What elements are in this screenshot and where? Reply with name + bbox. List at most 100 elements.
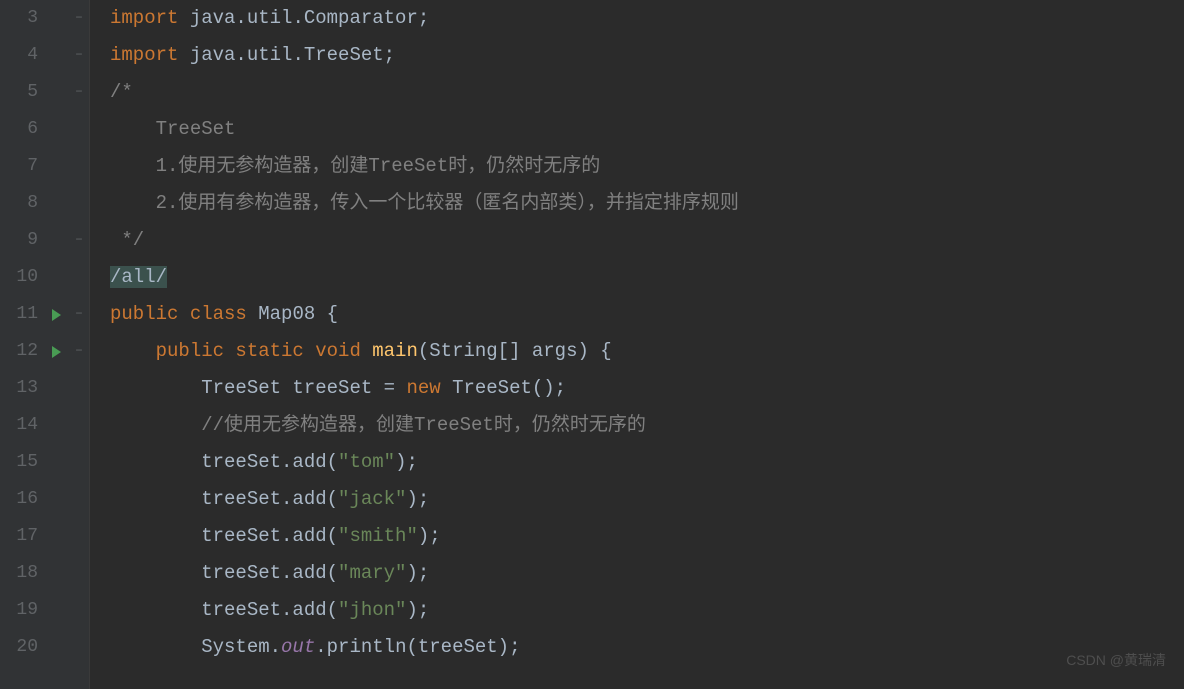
gutter-line[interactable]: 9− — [0, 222, 89, 259]
gutter-line[interactable]: 20 — [0, 629, 89, 666]
code-line[interactable]: */ — [110, 222, 1184, 259]
token-plain: ); — [406, 562, 429, 584]
code-line[interactable]: treeSet.add("tom"); — [110, 444, 1184, 481]
token-plain: treeSet.add( — [110, 599, 338, 621]
code-line[interactable]: treeSet.add("jhon"); — [110, 592, 1184, 629]
token-plain: ); — [418, 525, 441, 547]
gutter-line[interactable]: 8 — [0, 185, 89, 222]
gutter-line[interactable]: 4− — [0, 37, 89, 74]
token-plain: Map08 { — [258, 303, 338, 325]
gutter: 3−4−5−6789−1011−12−1314151617181920 — [0, 0, 90, 689]
line-number: 13 — [0, 370, 46, 407]
line-number: 3 — [0, 0, 46, 37]
token-plain — [110, 340, 156, 362]
gutter-line[interactable]: 3− — [0, 0, 89, 37]
token-plain: ); — [406, 488, 429, 510]
token-kw: import — [110, 44, 190, 66]
code-line[interactable]: System.out.println(treeSet); — [110, 629, 1184, 666]
token-str: "jhon" — [338, 599, 406, 621]
line-number: 7 — [0, 148, 46, 185]
code-line[interactable]: import java.util.TreeSet; — [110, 37, 1184, 74]
token-plain: treeSet.add( — [110, 451, 338, 473]
gutter-line[interactable]: 16 — [0, 481, 89, 518]
gutter-line[interactable]: 11− — [0, 296, 89, 333]
line-number: 8 — [0, 185, 46, 222]
code-line[interactable]: treeSet.add("mary"); — [110, 555, 1184, 592]
token-plain: System. — [110, 636, 281, 658]
fold-icon[interactable]: − — [73, 74, 85, 111]
run-icon[interactable] — [52, 309, 61, 321]
line-number: 14 — [0, 407, 46, 444]
line-number: 16 — [0, 481, 46, 518]
run-icon[interactable] — [52, 346, 61, 358]
token-plain: (String[] args) { — [418, 340, 612, 362]
token-plain: java.util.TreeSet; — [190, 44, 395, 66]
code-line[interactable]: /all/ — [110, 259, 1184, 296]
token-str: "jack" — [338, 488, 406, 510]
gutter-line[interactable]: 12− — [0, 333, 89, 370]
code-line[interactable]: /* — [110, 74, 1184, 111]
line-number: 18 — [0, 555, 46, 592]
code-area[interactable]: import java.util.Comparator;import java.… — [90, 0, 1184, 689]
gutter-line[interactable]: 13 — [0, 370, 89, 407]
fold-icon[interactable]: − — [73, 296, 85, 333]
code-line[interactable]: 1.使用无参构造器，创建TreeSet时，仍然时无序的 — [110, 148, 1184, 185]
gutter-line[interactable]: 19 — [0, 592, 89, 629]
token-kw: public class — [110, 303, 258, 325]
line-number: 15 — [0, 444, 46, 481]
code-line[interactable]: TreeSet treeSet = new TreeSet(); — [110, 370, 1184, 407]
token-plain: TreeSet treeSet = — [110, 377, 406, 399]
token-kw: import — [110, 7, 190, 29]
gutter-line[interactable]: 10 — [0, 259, 89, 296]
fold-icon[interactable]: − — [73, 0, 85, 37]
token-comment: 1.使用无参构造器，创建TreeSet时，仍然时无序的 — [110, 155, 600, 177]
code-line[interactable]: 2.使用有参构造器，传入一个比较器（匿名内部类），并指定排序规则 — [110, 185, 1184, 222]
gutter-line[interactable]: 6 — [0, 111, 89, 148]
code-line[interactable]: import java.util.Comparator; — [110, 0, 1184, 37]
token-plain: treeSet.add( — [110, 525, 338, 547]
fold-icon[interactable]: − — [73, 333, 85, 370]
token-comment: /* — [110, 81, 133, 103]
code-editor: 3−4−5−6789−1011−12−1314151617181920 impo… — [0, 0, 1184, 689]
watermark: CSDN @黄瑞清 — [1066, 642, 1166, 679]
token-suppressed: /all/ — [110, 266, 167, 288]
code-line[interactable]: treeSet.add("smith"); — [110, 518, 1184, 555]
line-number: 19 — [0, 592, 46, 629]
token-kw: public static void — [156, 340, 373, 362]
token-plain: treeSet.add( — [110, 562, 338, 584]
token-plain: ); — [406, 599, 429, 621]
code-line[interactable]: //使用无参构造器，创建TreeSet时，仍然时无序的 — [110, 407, 1184, 444]
token-comment: //使用无参构造器，创建TreeSet时，仍然时无序的 — [201, 414, 646, 436]
line-number: 20 — [0, 629, 46, 666]
line-number: 17 — [0, 518, 46, 555]
code-line[interactable]: public static void main(String[] args) { — [110, 333, 1184, 370]
token-method-decl: main — [372, 340, 418, 362]
token-plain: TreeSet(); — [452, 377, 566, 399]
token-plain: ); — [395, 451, 418, 473]
token-plain: .println(treeSet); — [315, 636, 520, 658]
token-plain: java.util.Comparator; — [190, 7, 429, 29]
gutter-line[interactable]: 14 — [0, 407, 89, 444]
gutter-line[interactable]: 17 — [0, 518, 89, 555]
token-str: "tom" — [338, 451, 395, 473]
fold-icon[interactable]: − — [73, 222, 85, 259]
line-number: 5 — [0, 74, 46, 111]
code-line[interactable]: TreeSet — [110, 111, 1184, 148]
token-comment: TreeSet — [110, 118, 235, 140]
line-number: 6 — [0, 111, 46, 148]
line-number: 12 — [0, 333, 46, 370]
line-number: 9 — [0, 222, 46, 259]
token-comment: */ — [110, 229, 144, 251]
gutter-line[interactable]: 7 — [0, 148, 89, 185]
token-comment: 2.使用有参构造器，传入一个比较器（匿名内部类），并指定排序规则 — [110, 192, 739, 214]
token-str: "mary" — [338, 562, 406, 584]
token-plain — [110, 414, 201, 436]
gutter-line[interactable]: 15 — [0, 444, 89, 481]
code-line[interactable]: public class Map08 { — [110, 296, 1184, 333]
fold-icon[interactable]: − — [73, 37, 85, 74]
gutter-line[interactable]: 18 — [0, 555, 89, 592]
token-field-static: out — [281, 636, 315, 658]
line-number: 11 — [0, 296, 46, 333]
gutter-line[interactable]: 5− — [0, 74, 89, 111]
code-line[interactable]: treeSet.add("jack"); — [110, 481, 1184, 518]
